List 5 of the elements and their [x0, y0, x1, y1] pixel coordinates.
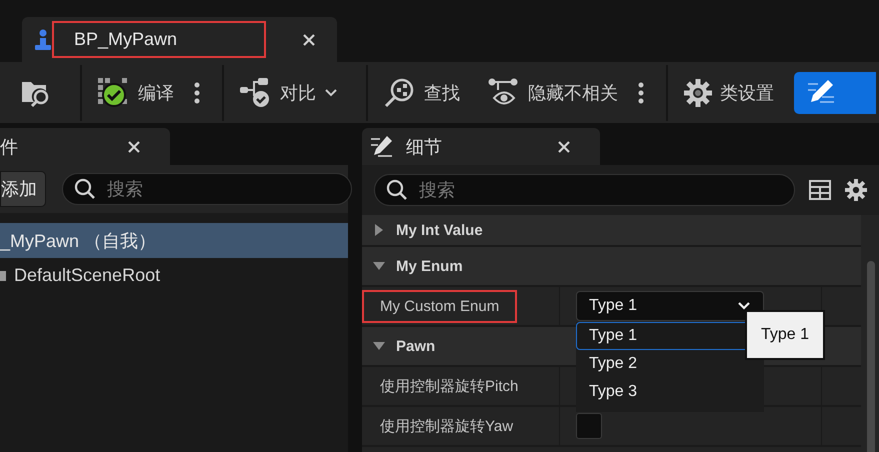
- property-label: My Custom Enum: [362, 290, 518, 322]
- tab-title: BP_MyPawn: [52, 21, 266, 58]
- property-label: 使用控制器旋转Yaw: [379, 416, 514, 436]
- property-label: 使用控制器旋转Pitch: [379, 376, 520, 396]
- tooltip: Type 1: [745, 310, 826, 360]
